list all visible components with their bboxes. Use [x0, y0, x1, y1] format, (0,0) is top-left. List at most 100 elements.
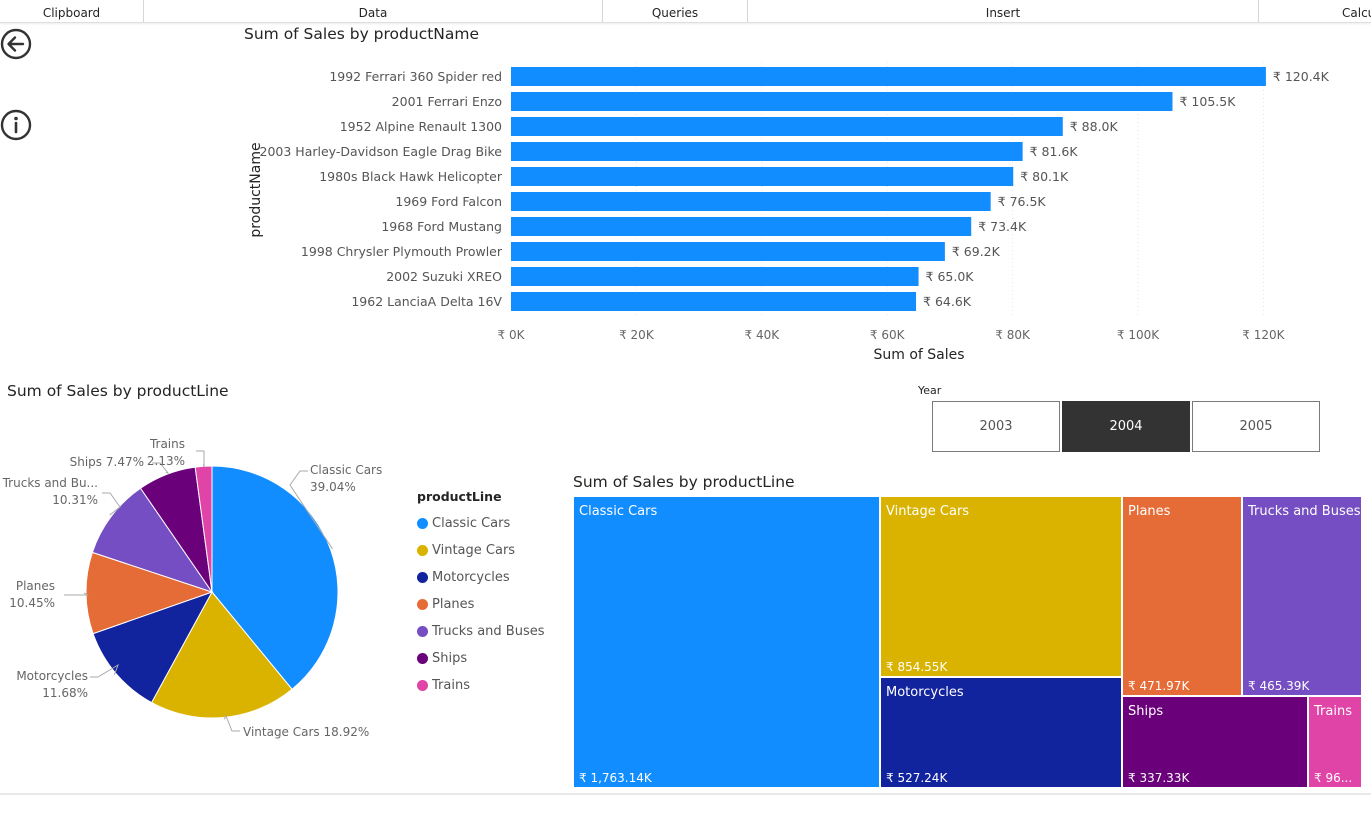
tile-value: ₹ 337.33K: [1128, 771, 1190, 785]
tile-label: Vintage Cars: [886, 504, 970, 519]
ribbon-group-insert[interactable]: Insert: [748, 0, 1259, 22]
legend-item[interactable]: Vintage Cars: [417, 537, 567, 564]
back-arrow-icon[interactable]: [0, 28, 32, 60]
legend-label: Trains: [432, 678, 470, 693]
x-tick-label: ₹ 20K: [619, 328, 655, 342]
slice-label-name: Trains: [149, 437, 185, 451]
legend-label: Motorcycles: [432, 570, 510, 585]
legend-marker: [417, 680, 428, 691]
slice-label-pct: 10.45%: [9, 596, 55, 610]
x-tick-label: ₹ 120K: [1242, 328, 1285, 342]
ribbon-group-calculations[interactable]: Calcu: [1259, 0, 1371, 22]
data-label: ₹ 81.6K: [1030, 144, 1079, 159]
legend-marker: [417, 545, 428, 556]
legend-item[interactable]: Planes: [417, 591, 567, 618]
legend-title: productLine: [417, 489, 502, 504]
data-label: ₹ 69.2K: [952, 244, 1001, 259]
treemap-tile-classic-cars[interactable]: Classic Cars ₹ 1,763.14K: [573, 496, 880, 788]
legend-item[interactable]: Trucks and Buses: [417, 618, 567, 645]
slicer-option-2003[interactable]: 2003: [932, 401, 1060, 452]
tile-label: Planes: [1128, 504, 1171, 519]
slice-label-name: Motorcycles: [16, 669, 88, 683]
x-tick-label: ₹ 100K: [1117, 328, 1160, 342]
ribbon-group-clipboard[interactable]: Clipboard: [0, 0, 144, 22]
slice-label: Vintage Cars 18.92%: [243, 725, 369, 739]
x-tick-label: ₹ 0K: [498, 328, 526, 342]
treemap: Classic Cars ₹ 1,763.14K Vintage Cars ₹ …: [573, 496, 1362, 788]
bar[interactable]: [511, 92, 1173, 111]
year-slicer: 2003 2004 2005: [932, 401, 1321, 452]
data-label: ₹ 80.1K: [1020, 169, 1069, 184]
bar-chart-title: Sum of Sales by productName: [244, 25, 480, 43]
ribbon-group-data[interactable]: Data: [144, 0, 603, 22]
legend-label: Classic Cars: [432, 516, 511, 531]
legend-label: Ships: [432, 651, 468, 666]
treemap-tile-planes[interactable]: Planes ₹ 471.97K: [1122, 496, 1242, 696]
y-tick-label: 1968 Ford Mustang: [381, 219, 502, 234]
slicer-option-2004[interactable]: 2004: [1062, 401, 1190, 452]
y-axis-label: productName: [248, 142, 264, 237]
bar[interactable]: [511, 117, 1063, 136]
legend-item[interactable]: Ships: [417, 645, 567, 672]
x-tick-label: ₹ 80K: [995, 328, 1031, 342]
legend-item[interactable]: Trains: [417, 672, 567, 699]
info-icon[interactable]: [0, 109, 32, 141]
tile-label: Trains: [1314, 704, 1352, 719]
data-label: ₹ 88.0K: [1070, 119, 1119, 134]
bar[interactable]: [511, 267, 919, 286]
legend-marker: [417, 653, 428, 664]
y-tick-label: 1992 Ferrari 360 Spider red: [329, 69, 502, 84]
bar-chart: ₹ 0K ₹ 20K ₹ 40K ₹ 60K ₹ 80K ₹ 100K ₹ 120K 1992…: [248, 62, 1330, 363]
tile-value: ₹ 527.24K: [886, 771, 948, 785]
x-tick-label: ₹ 60K: [870, 328, 906, 342]
tile-value: ₹ 1,763.14K: [579, 771, 652, 785]
bar[interactable]: [511, 217, 972, 236]
x-tick-label: ₹ 40K: [745, 328, 781, 342]
bar[interactable]: [511, 192, 991, 211]
slice-label-pct: 2.13%: [147, 454, 185, 468]
ribbon-group-queries[interactable]: Queries: [603, 0, 748, 22]
bar[interactable]: [511, 167, 1014, 186]
legend-item[interactable]: Classic Cars: [417, 510, 567, 537]
legend-label: Planes: [432, 597, 475, 612]
tile-label: Ships: [1128, 704, 1164, 719]
leader-line: [196, 450, 205, 468]
data-label: ₹ 76.5K: [998, 194, 1047, 209]
y-tick-label: 2001 Ferrari Enzo: [392, 94, 502, 109]
y-tick-label: 2003 Harley-Davidson Eagle Drag Bike: [260, 144, 503, 159]
legend-marker: [417, 626, 428, 637]
tile-value: ₹ 471.97K: [1128, 679, 1190, 693]
treemap-tile-ships[interactable]: Ships ₹ 337.33K: [1122, 696, 1308, 788]
legend-marker: [417, 572, 428, 583]
slice-label: Ships 7.47%: [70, 455, 144, 469]
legend-marker: [417, 599, 428, 610]
tile-value: ₹ 465.39K: [1248, 679, 1310, 693]
treemap-tile-trains[interactable]: Trains ₹ 96...: [1308, 696, 1362, 788]
bar[interactable]: [511, 292, 917, 311]
slicer-title: Year: [918, 384, 942, 397]
treemap-tile-trucks-and-buses[interactable]: Trucks and Buses ₹ 465.39K: [1242, 496, 1362, 696]
data-label: ₹ 120.4K: [1273, 69, 1330, 84]
y-tick-label: 1969 Ford Falcon: [395, 194, 502, 209]
tile-label: Classic Cars: [579, 504, 658, 519]
legend-label: Vintage Cars: [432, 543, 516, 558]
treemap-tile-vintage-cars[interactable]: Vintage Cars ₹ 854.55K: [880, 496, 1122, 677]
y-tick-label: 1952 Alpine Renault 1300: [340, 119, 502, 134]
treemap-tile-motorcycles[interactable]: Motorcycles ₹ 527.24K: [880, 677, 1122, 788]
bar[interactable]: [511, 142, 1023, 161]
data-label: ₹ 65.0K: [926, 269, 975, 284]
treemap-title: Sum of Sales by productLine: [573, 473, 795, 491]
y-tick-label: 1980s Black Hawk Helicopter: [319, 169, 503, 184]
legend-marker: [417, 518, 428, 529]
y-tick-label: 1998 Chrysler Plymouth Prowler: [301, 244, 503, 259]
data-label: ₹ 73.4K: [978, 219, 1027, 234]
leader-line: [223, 714, 240, 732]
legend-item[interactable]: Motorcycles: [417, 564, 567, 591]
bar[interactable]: [511, 242, 945, 261]
bar[interactable]: [511, 67, 1266, 86]
slicer-option-2005[interactable]: 2005: [1192, 401, 1320, 452]
y-tick-label: 1962 LanciaA Delta 16V: [351, 294, 502, 309]
x-axis-label: Sum of Sales: [873, 347, 964, 363]
slice-label-pct: 39.04%: [310, 480, 356, 494]
tile-value: ₹ 96...: [1314, 771, 1353, 785]
